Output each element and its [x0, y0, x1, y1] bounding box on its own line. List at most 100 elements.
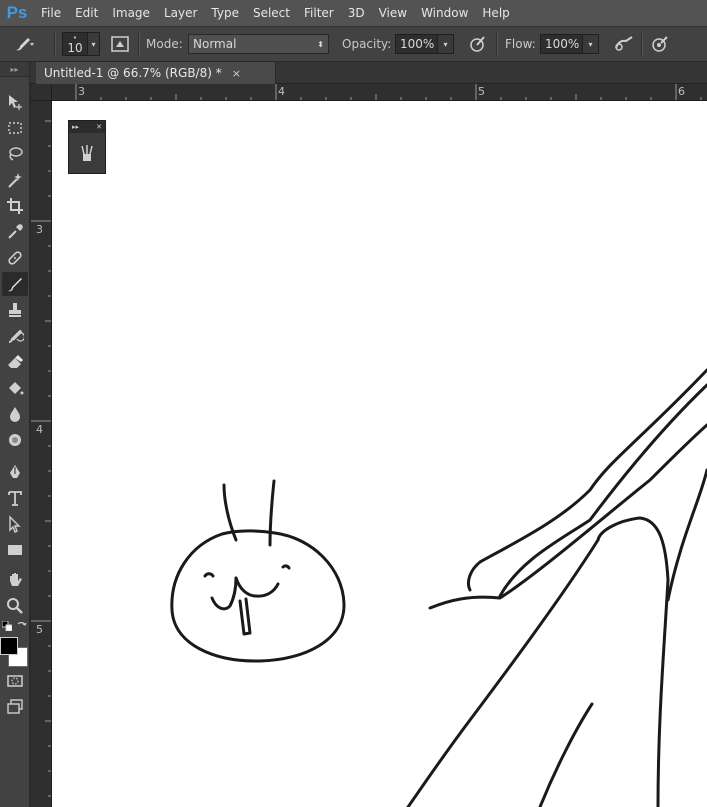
panel-expand-icon[interactable]: ▸▸: [72, 123, 79, 131]
hand-tool[interactable]: [2, 568, 28, 592]
brush-size-picker[interactable]: • 10 ▾: [62, 27, 100, 61]
pressure-opacity-toggle[interactable]: [468, 27, 488, 61]
eraser-tool[interactable]: [2, 350, 28, 374]
magic-wand-icon: [8, 173, 22, 188]
document-tab-title: Untitled-1 @ 66.7% (RGB/8) *: [44, 66, 222, 80]
mode-label: Mode:: [146, 37, 183, 51]
panel-collapse-grip[interactable]: ▸▸: [0, 62, 29, 77]
default-colors-button[interactable]: [1, 616, 13, 632]
mode-select[interactable]: Normal ⬍: [188, 27, 329, 61]
menu-view[interactable]: View: [372, 0, 414, 26]
menu-window[interactable]: Window: [414, 0, 475, 26]
move-tool[interactable]: [2, 90, 28, 114]
updown-icon: ⬍: [317, 39, 324, 49]
panel-close-icon[interactable]: ✕: [96, 123, 102, 131]
ruler-label: 3: [36, 223, 43, 236]
creature-eye-stroke: [203, 572, 215, 578]
swap-arrows-icon: [17, 622, 27, 626]
brush-size-field[interactable]: • 10: [62, 32, 88, 56]
ruler-origin[interactable]: [31, 84, 52, 101]
brush-panel-icon: [111, 36, 129, 52]
floating-brush-panel[interactable]: ▸▸ ✕: [68, 120, 106, 174]
menu-edit[interactable]: Edit: [68, 0, 105, 26]
pressure-size-toggle[interactable]: [650, 27, 670, 61]
zoom-tool[interactable]: [2, 594, 28, 618]
opacity-label: Opacity:: [342, 37, 392, 51]
options-bar: • 10 ▾ Mode: Normal ⬍ Opacity: 100% ▾ Fl…: [0, 26, 707, 62]
hair-stroke: [596, 516, 670, 582]
opacity-field[interactable]: 100%: [395, 34, 438, 54]
tab-close-icon[interactable]: ×: [232, 67, 241, 80]
menu-select[interactable]: Select: [246, 0, 297, 26]
brush-tool[interactable]: [2, 272, 28, 296]
paint-bucket-tool[interactable]: [2, 376, 28, 400]
hand-icon: [10, 573, 22, 586]
airbrush-toggle[interactable]: [613, 27, 635, 61]
ruler-label: 3: [78, 85, 85, 98]
path-selection-icon: [9, 515, 21, 533]
document-tab[interactable]: Untitled-1 @ 66.7% (RGB/8) * ×: [36, 62, 276, 84]
eraser-icon: [8, 355, 23, 368]
brush-presets-icon[interactable]: [78, 143, 96, 163]
menu-type[interactable]: Type: [204, 0, 246, 26]
quick-mask-toggle[interactable]: [2, 669, 28, 693]
clone-stamp-tool[interactable]: [2, 298, 28, 322]
flow-control[interactable]: 100% ▾: [540, 27, 599, 61]
brush-size-dropdown[interactable]: ▾: [88, 32, 100, 56]
dodge-tool[interactable]: [2, 428, 28, 452]
eyedropper-tool[interactable]: [2, 220, 28, 244]
arm-stroke: [538, 702, 594, 807]
lasso-icon: [9, 147, 23, 161]
dodge-icon: [9, 434, 21, 446]
foreground-color-swatch[interactable]: [0, 637, 18, 655]
opacity-dropdown[interactable]: ▾: [438, 34, 454, 54]
menu-3d[interactable]: 3D: [341, 0, 372, 26]
pen-tool[interactable]: [2, 460, 28, 484]
quick-mask-icon: [7, 675, 23, 687]
opacity-control[interactable]: 100% ▾: [395, 27, 454, 61]
swap-colors-button[interactable]: [17, 616, 27, 626]
marquee-tool[interactable]: [2, 116, 28, 140]
brush-size-value: 10: [67, 40, 83, 55]
separator: [54, 33, 55, 57]
rectangle-tool[interactable]: [2, 538, 28, 562]
menu-layer[interactable]: Layer: [157, 0, 204, 26]
brush-icon: [8, 278, 22, 292]
type-tool[interactable]: [2, 486, 28, 510]
screen-mode-toggle[interactable]: [2, 695, 28, 719]
crop-tool[interactable]: [2, 194, 28, 218]
ruler-label: 5: [478, 85, 485, 98]
history-brush-icon: [8, 329, 24, 343]
menu-file[interactable]: File: [34, 0, 68, 26]
vertical-ruler[interactable]: 3 4 5: [31, 101, 52, 807]
move-icon: [9, 95, 22, 110]
lasso-tool[interactable]: [2, 142, 28, 166]
separator: [496, 33, 497, 57]
document-canvas[interactable]: [52, 101, 707, 807]
brush-preset-icon: [16, 38, 34, 51]
path-selection-tool[interactable]: [2, 512, 28, 536]
horizontal-ruler[interactable]: 3 4 5 6: [52, 84, 707, 101]
eyedropper-icon: [8, 224, 23, 239]
airbrush-icon: [615, 36, 633, 51]
healing-brush-icon: [8, 251, 22, 265]
flow-field[interactable]: 100%: [540, 34, 583, 54]
menu-bar: Ps File Edit Image Layer Type Select Fil…: [0, 0, 707, 26]
creature-ear-stroke: [268, 479, 276, 547]
menu-image[interactable]: Image: [105, 0, 157, 26]
flow-dropdown[interactable]: ▾: [583, 34, 599, 54]
hair-stroke: [428, 423, 707, 610]
menu-help[interactable]: Help: [475, 0, 516, 26]
tool-preset-picker[interactable]: [12, 27, 38, 61]
history-brush-tool[interactable]: [2, 324, 28, 348]
magic-wand-tool[interactable]: [2, 168, 28, 192]
menu-filter[interactable]: Filter: [297, 0, 341, 26]
floating-panel-header[interactable]: ▸▸ ✕: [69, 121, 105, 133]
blur-tool[interactable]: [2, 402, 28, 426]
brush-panel-toggle[interactable]: [110, 27, 130, 61]
creature-mouth-stroke: [234, 576, 280, 598]
creature-mouth-stroke: [210, 576, 238, 611]
zoom-icon: [7, 598, 23, 614]
photoshop-logo: Ps: [6, 3, 28, 22]
healing-brush-tool[interactable]: [2, 246, 28, 270]
